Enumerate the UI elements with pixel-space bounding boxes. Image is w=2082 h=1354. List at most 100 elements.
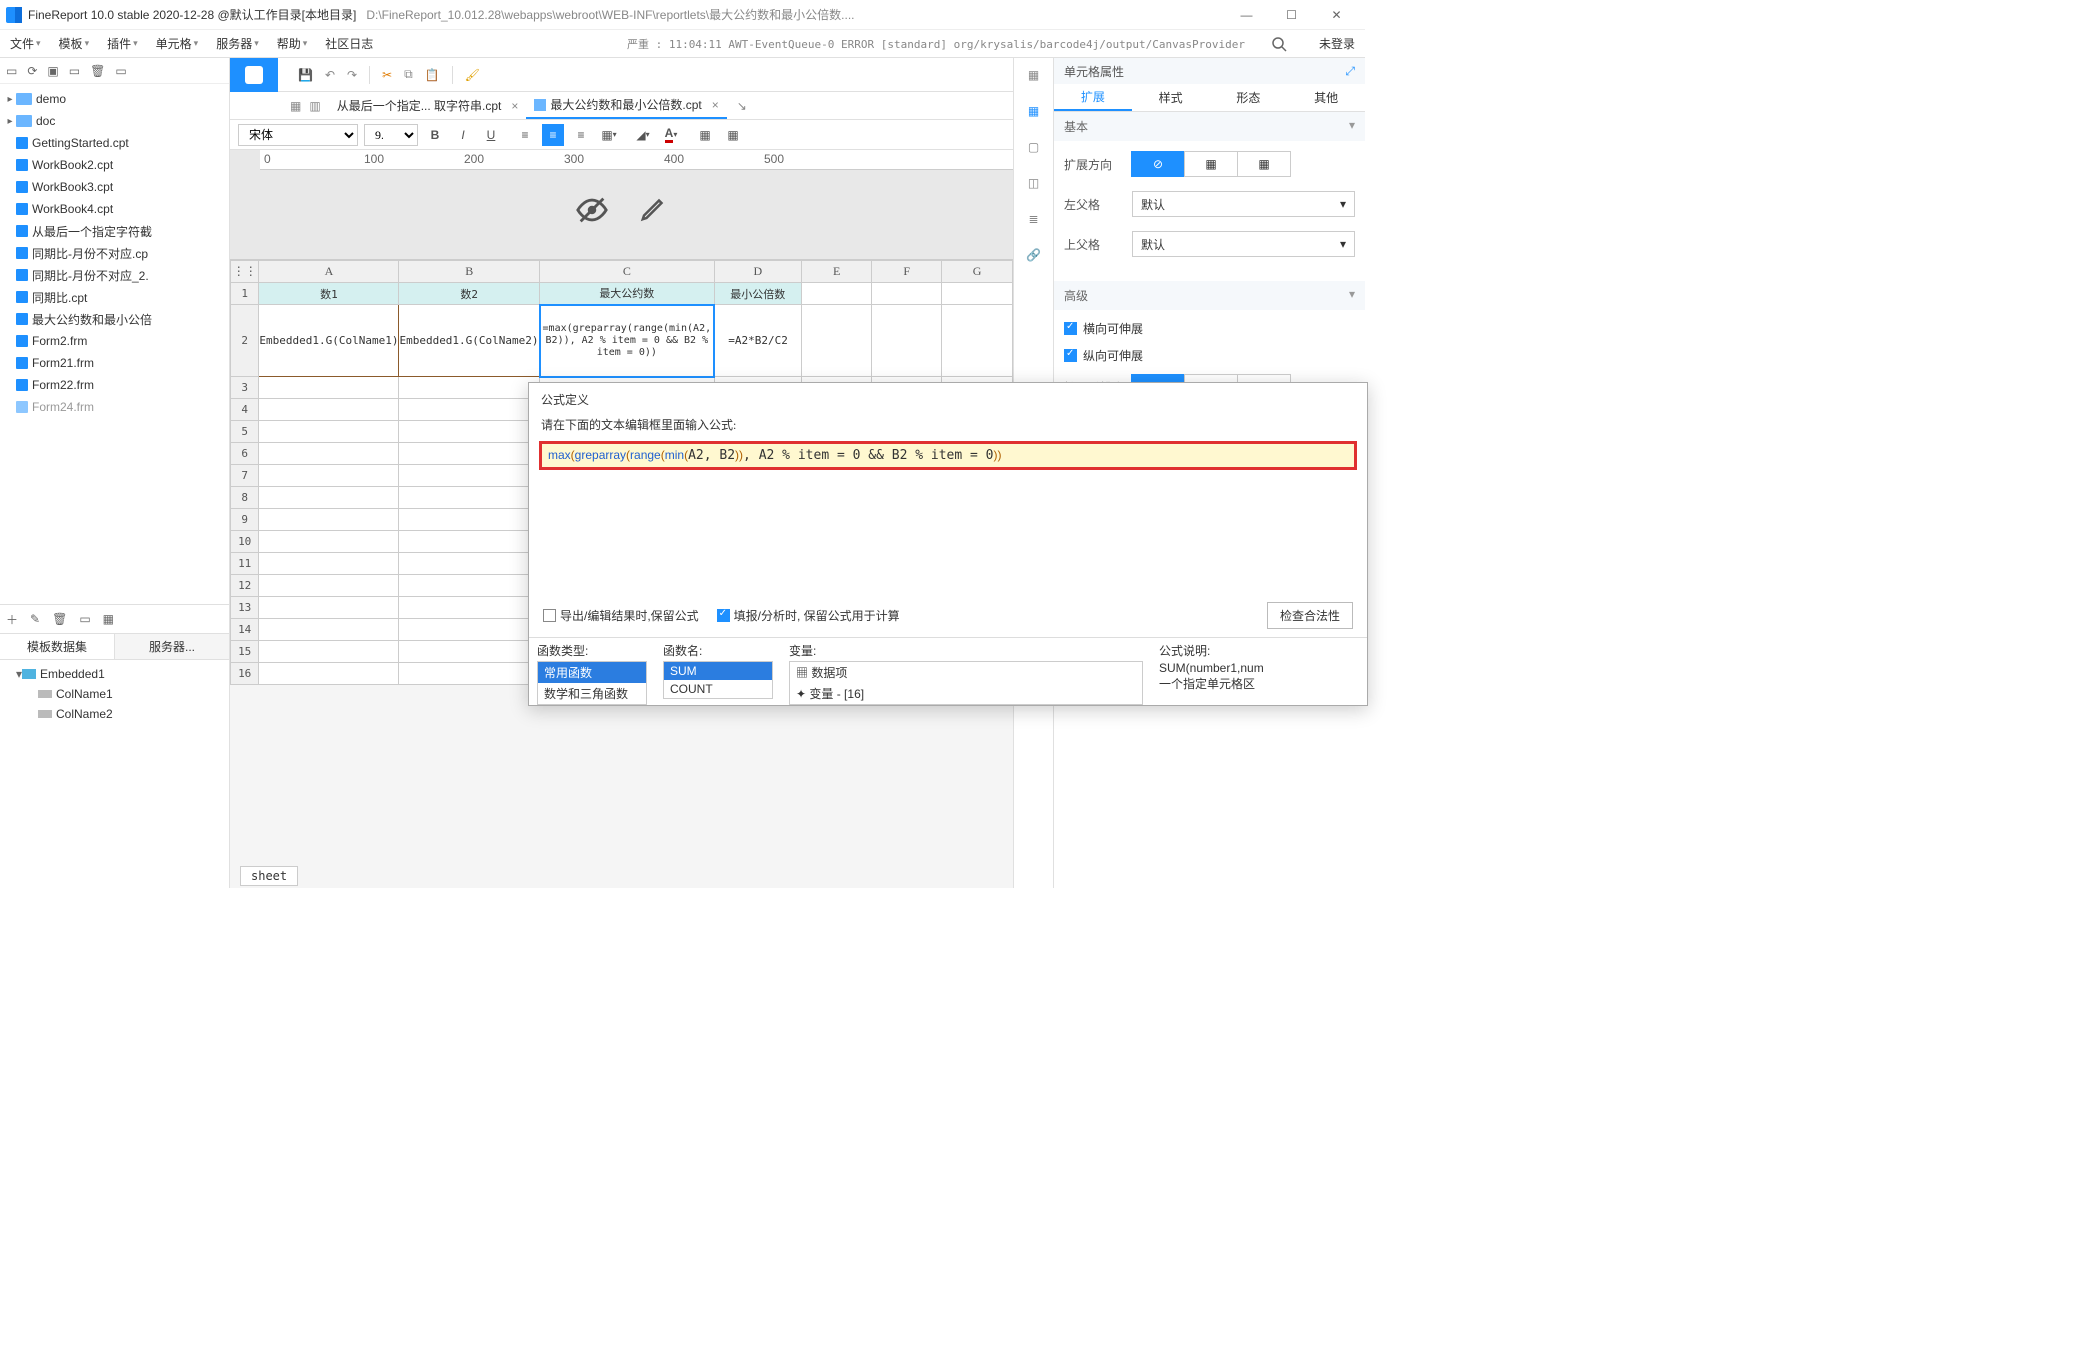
brush-icon[interactable]: 🖌 <box>465 68 480 82</box>
edit-dataset-icon[interactable]: ✎ <box>30 612 40 626</box>
tool-cell-icon[interactable]: ▦ <box>1023 100 1045 122</box>
up-parent-select[interactable]: 默认▾ <box>1132 231 1355 257</box>
font-color-button[interactable]: A▾ <box>660 124 682 146</box>
save-icon[interactable]: 💾 <box>298 68 313 82</box>
cell-D2: =A2*B2/C2 <box>714 305 801 377</box>
maximize-button[interactable]: ☐ <box>1269 1 1314 29</box>
align-center-button[interactable]: ≡ <box>542 124 564 146</box>
fill-color-button[interactable]: ◢▾ <box>632 124 654 146</box>
preserve-fill-checkbox[interactable]: 填报/分析时, 保留公式用于计算 <box>717 607 900 624</box>
align-right-button[interactable]: ≡ <box>570 124 592 146</box>
tab-template-dataset[interactable]: 模板数据集 <box>0 634 114 659</box>
menu-plugin[interactable]: 插件▾ <box>107 35 138 52</box>
copy-icon[interactable]: ⧉ <box>404 67 413 82</box>
left-parent-select[interactable]: 默认▾ <box>1132 191 1355 217</box>
tab-server-dataset[interactable]: 服务器... <box>114 634 229 659</box>
expand-panel-icon[interactable]: ⤢ <box>1345 64 1355 79</box>
preserve-export-checkbox[interactable]: 导出/编辑结果时,保留公式 <box>543 607 699 624</box>
dataset-tree[interactable]: ▾Embedded1 ColName1 ColName2 <box>0 660 229 888</box>
tool-layout-icon[interactable]: ▦ <box>1023 64 1045 86</box>
report-icon <box>534 99 546 111</box>
border-button[interactable]: ▦▾ <box>598 124 620 146</box>
cell-C1: 最大公约数 <box>540 283 715 305</box>
login-status[interactable]: 未登录 <box>1319 35 1355 52</box>
direction-vertical-button[interactable]: ▦ <box>1237 151 1291 177</box>
menu-template[interactable]: 模板▾ <box>59 35 90 52</box>
tool-crop-icon[interactable]: ▢ <box>1023 136 1045 158</box>
func-name-item[interactable]: COUNT <box>664 680 772 698</box>
tab-other[interactable]: 其他 <box>1287 84 1365 111</box>
refresh-icon[interactable]: ⟳ <box>27 64 37 78</box>
dialog-hint: 请在下面的文本编辑框里面输入公式: <box>529 416 1367 439</box>
func-type-item[interactable]: 数学和三角函数 <box>538 683 646 704</box>
close-button[interactable]: ✕ <box>1314 1 1359 29</box>
cell-D1: 最小公倍数 <box>714 283 801 305</box>
paste-icon[interactable]: 📋 <box>425 68 440 82</box>
panel-title: 单元格属性 <box>1064 63 1124 80</box>
cell-B1: 数2 <box>399 283 540 305</box>
italic-button[interactable]: I <box>452 124 474 146</box>
align-left-button[interactable]: ≡ <box>514 124 536 146</box>
undo-icon[interactable]: ↶ <box>325 68 335 82</box>
menu-server[interactable]: 服务器▾ <box>216 35 259 52</box>
tool-widget-icon[interactable]: ◫ <box>1023 172 1045 194</box>
chevron-down-icon[interactable]: ▾ <box>1349 118 1355 135</box>
menu-community[interactable]: 社区日志 <box>325 35 373 52</box>
file-tree[interactable]: ▸demo ▸doc GettingStarted.cpt WorkBook2.… <box>0 84 229 604</box>
menu-help[interactable]: 帮助▾ <box>277 35 308 52</box>
direction-none-button[interactable]: ⊘ <box>1131 151 1185 177</box>
unmerge-button[interactable]: ▦ <box>722 124 744 146</box>
var-item[interactable]: ▦ 数据项 <box>790 662 1142 683</box>
tool-link-icon[interactable]: 🔗 <box>1023 244 1045 266</box>
tab-expand[interactable]: 扩展 <box>1054 84 1132 111</box>
report-icon <box>16 225 28 237</box>
tab-layout-icon[interactable]: ▦ <box>290 99 301 113</box>
preview-dataset-icon[interactable]: ▦ <box>103 612 114 626</box>
menu-file[interactable]: 文件▾ <box>10 35 41 52</box>
cell-A1: 数1 <box>259 283 399 305</box>
merge-button[interactable]: ▦ <box>694 124 716 146</box>
formula-input[interactable]: max(greparray(range(min(A2, B2)), A2 % i… <box>539 441 1357 470</box>
visibility-icon[interactable] <box>575 193 609 227</box>
cut-icon[interactable]: ✂ <box>382 68 392 82</box>
font-family-select[interactable]: 宋体 <box>238 124 358 146</box>
underline-button[interactable]: U <box>480 124 502 146</box>
add-dataset-icon[interactable]: ＋ <box>6 611 18 628</box>
tab-grid-icon[interactable]: ▥ <box>309 99 320 113</box>
close-tab-icon: × <box>712 98 719 112</box>
new-file-icon[interactable]: ▭ <box>6 64 17 78</box>
tab-file-1[interactable]: 从最后一个指定... 取字符串.cpt× <box>329 92 527 119</box>
report-icon <box>16 247 28 259</box>
tab-menu-icon[interactable]: ↘ <box>737 99 747 113</box>
minimize-button[interactable]: — <box>1224 1 1269 29</box>
delete-dataset-icon[interactable]: 🗑 <box>52 612 67 626</box>
corner-drag-icon: ⋮⋮ <box>231 261 259 283</box>
search-icon[interactable] <box>1271 36 1287 52</box>
open-icon[interactable]: ▣ <box>47 64 58 78</box>
tab-style[interactable]: 样式 <box>1132 84 1210 111</box>
menu-cell[interactable]: 单元格▾ <box>156 35 199 52</box>
var-item[interactable]: ✦ 变量 - [16] <box>790 683 1142 704</box>
tab-shape[interactable]: 形态 <box>1210 84 1288 111</box>
tab-file-2[interactable]: 最大公约数和最小公倍数.cpt× <box>526 92 726 119</box>
delete-icon[interactable]: 🗑 <box>90 64 105 78</box>
direction-horizontal-button[interactable]: ▦ <box>1184 151 1238 177</box>
func-name-item[interactable]: SUM <box>664 662 772 680</box>
func-type-item[interactable]: 常用函数 <box>538 662 646 683</box>
edit-icon[interactable] <box>639 193 669 227</box>
form-icon <box>16 379 28 391</box>
copy-dataset-icon[interactable]: ▭ <box>79 612 90 626</box>
validate-button[interactable]: 检查合法性 <box>1267 602 1353 629</box>
font-size-select[interactable]: 9.0 <box>364 124 418 146</box>
bold-button[interactable]: B <box>424 124 446 146</box>
stretch-v-checkbox[interactable]: 纵向可伸展 <box>1064 347 1355 364</box>
sheet-tab[interactable]: sheet <box>240 866 298 886</box>
label-variable: 变量: <box>789 642 1143 659</box>
export-icon[interactable]: ▭ <box>115 64 126 78</box>
stretch-h-checkbox[interactable]: 横向可伸展 <box>1064 320 1355 337</box>
tool-condition-icon[interactable]: ≣ <box>1023 208 1045 230</box>
chevron-down-icon[interactable]: ▾ <box>1349 287 1355 304</box>
redo-icon[interactable]: ↷ <box>347 68 357 82</box>
preview-button[interactable] <box>230 58 278 92</box>
rename-icon[interactable]: ▭ <box>69 64 80 78</box>
